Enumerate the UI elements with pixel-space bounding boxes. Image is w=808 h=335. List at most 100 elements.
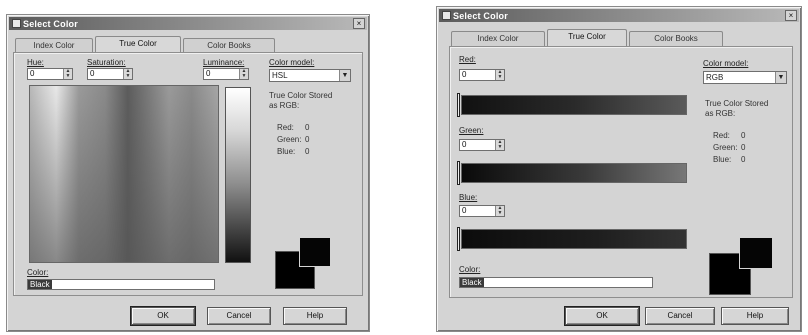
luminance-spinner[interactable]: 0 ▲ ▼	[203, 68, 249, 80]
saturation-spinner[interactable]: 0 ▲ ▼	[87, 68, 133, 80]
rgb-green-row: Green: 0	[277, 135, 309, 144]
select-color-dialog-hsl: Select Color × Index Color True Color Co…	[6, 14, 370, 332]
color-model-value[interactable]: RGB	[704, 72, 775, 83]
rgb-red-row: Red: 0	[277, 123, 309, 132]
dialog-title: Select Color	[453, 10, 508, 21]
blue-spinner[interactable]: 0 ▲ ▼	[459, 205, 505, 217]
green-value[interactable]: 0	[460, 140, 495, 150]
current-color-swatch	[299, 237, 331, 267]
red-slider-bar[interactable]	[461, 95, 687, 115]
down-arrow-icon[interactable]: ▼	[496, 75, 504, 80]
tab-index-color[interactable]: Index Color	[15, 38, 93, 53]
dropdown-arrow-icon[interactable]: ▼	[775, 72, 786, 83]
hue-saturation-field[interactable]	[29, 85, 219, 263]
title-bar[interactable]: Select Color ×	[439, 9, 799, 22]
green-spinner[interactable]: 0 ▲ ▼	[459, 139, 505, 151]
color-model-label: Color model:	[269, 58, 315, 67]
tab-index-color[interactable]: Index Color	[451, 31, 545, 46]
tab-color-books[interactable]: Color Books	[629, 31, 723, 46]
blue-slider-thumb[interactable]	[457, 227, 460, 251]
red-spinner[interactable]: 0 ▲ ▼	[459, 69, 505, 81]
saturation-label: Saturation:	[87, 58, 126, 67]
luminance-arrows[interactable]: ▲ ▼	[239, 69, 248, 79]
red-label: Red:	[459, 55, 476, 64]
hue-label: Hue:	[27, 58, 44, 67]
color-model-select[interactable]: HSL ▼	[269, 69, 351, 82]
luminance-label: Luminance:	[203, 58, 245, 67]
saturation-arrows[interactable]: ▲ ▼	[123, 69, 132, 79]
app-icon	[12, 19, 21, 28]
tab-strip: Index Color True Color Color Books	[451, 29, 723, 46]
color-name-value[interactable]: Black	[28, 280, 52, 289]
true-color-info: True Color Stored as RGB:	[705, 99, 768, 119]
rgb-blue-label: Blue:	[277, 147, 296, 156]
select-color-dialog-rgb: Select Color × Index Color True Color Co…	[436, 6, 802, 332]
rgb-blue-row: Blue: 0	[277, 147, 309, 156]
down-arrow-icon[interactable]: ▼	[64, 74, 72, 79]
rgb-green-label: Green:	[713, 143, 738, 152]
current-color-swatch	[739, 237, 773, 269]
rgb-red-value: 0	[741, 131, 746, 140]
rgb-green-value: 0	[305, 135, 310, 144]
info-line-2: as RGB:	[705, 109, 736, 118]
info-line-1: True Color Stored	[269, 91, 333, 100]
true-color-info: True Color Stored as RGB:	[269, 91, 332, 111]
rgb-blue-value: 0	[741, 155, 746, 164]
blue-value[interactable]: 0	[460, 206, 495, 216]
rgb-red-value: 0	[305, 123, 310, 132]
color-name-value[interactable]: Black	[460, 278, 484, 287]
hue-arrows[interactable]: ▲ ▼	[63, 69, 72, 79]
close-button[interactable]: ×	[785, 10, 797, 21]
rgb-red-label: Red:	[713, 131, 730, 140]
color-label: Color:	[27, 268, 49, 277]
rgb-red-row: Red: 0	[713, 131, 745, 140]
title-bar[interactable]: Select Color ×	[9, 17, 367, 30]
ok-button[interactable]: OK	[564, 306, 640, 326]
rgb-red-label: Red:	[277, 123, 294, 132]
green-slider-thumb[interactable]	[457, 161, 460, 185]
hue-spinner[interactable]: 0 ▲ ▼	[27, 68, 73, 80]
info-line-2: as RGB:	[269, 101, 300, 110]
cancel-button[interactable]: Cancel	[645, 307, 715, 325]
rgb-green-value: 0	[741, 143, 746, 152]
rgb-green-label: Green:	[277, 135, 302, 144]
luminance-slider[interactable]	[225, 87, 251, 263]
color-label: Color:	[459, 265, 481, 274]
help-button[interactable]: Help	[283, 307, 347, 325]
green-label: Green:	[459, 126, 484, 135]
hue-value[interactable]: 0	[28, 69, 63, 79]
red-arrows[interactable]: ▲ ▼	[495, 70, 504, 80]
blue-arrows[interactable]: ▲ ▼	[495, 206, 504, 216]
rgb-blue-value: 0	[305, 147, 310, 156]
saturation-value[interactable]: 0	[88, 69, 123, 79]
color-model-select[interactable]: RGB ▼	[703, 71, 787, 84]
red-slider-thumb[interactable]	[457, 93, 460, 117]
ok-button[interactable]: OK	[130, 306, 196, 326]
tab-true-color[interactable]: True Color	[547, 29, 627, 46]
down-arrow-icon[interactable]: ▼	[124, 74, 132, 79]
info-line-1: True Color Stored	[705, 99, 769, 108]
down-arrow-icon[interactable]: ▼	[496, 211, 504, 216]
green-arrows[interactable]: ▲ ▼	[495, 140, 504, 150]
close-button[interactable]: ×	[353, 18, 365, 29]
tab-color-books[interactable]: Color Books	[183, 38, 275, 53]
color-model-value[interactable]: HSL	[270, 70, 339, 81]
rgb-blue-row: Blue: 0	[713, 155, 745, 164]
app-icon	[442, 11, 451, 20]
color-name-field[interactable]: Black	[459, 277, 653, 288]
rgb-blue-label: Blue:	[713, 155, 732, 164]
blue-label: Blue:	[459, 193, 478, 202]
rgb-green-row: Green: 0	[713, 143, 745, 152]
dropdown-arrow-icon[interactable]: ▼	[339, 70, 350, 81]
color-name-field[interactable]: Black	[27, 279, 215, 290]
red-value[interactable]: 0	[460, 70, 495, 80]
cancel-button[interactable]: Cancel	[207, 307, 271, 325]
color-model-label: Color model:	[703, 59, 749, 68]
tab-true-color[interactable]: True Color	[95, 36, 181, 53]
luminance-value[interactable]: 0	[204, 69, 239, 79]
blue-slider-bar[interactable]	[461, 229, 687, 249]
green-slider-bar[interactable]	[461, 163, 687, 183]
down-arrow-icon[interactable]: ▼	[240, 74, 248, 79]
down-arrow-icon[interactable]: ▼	[496, 145, 504, 150]
help-button[interactable]: Help	[721, 307, 789, 325]
